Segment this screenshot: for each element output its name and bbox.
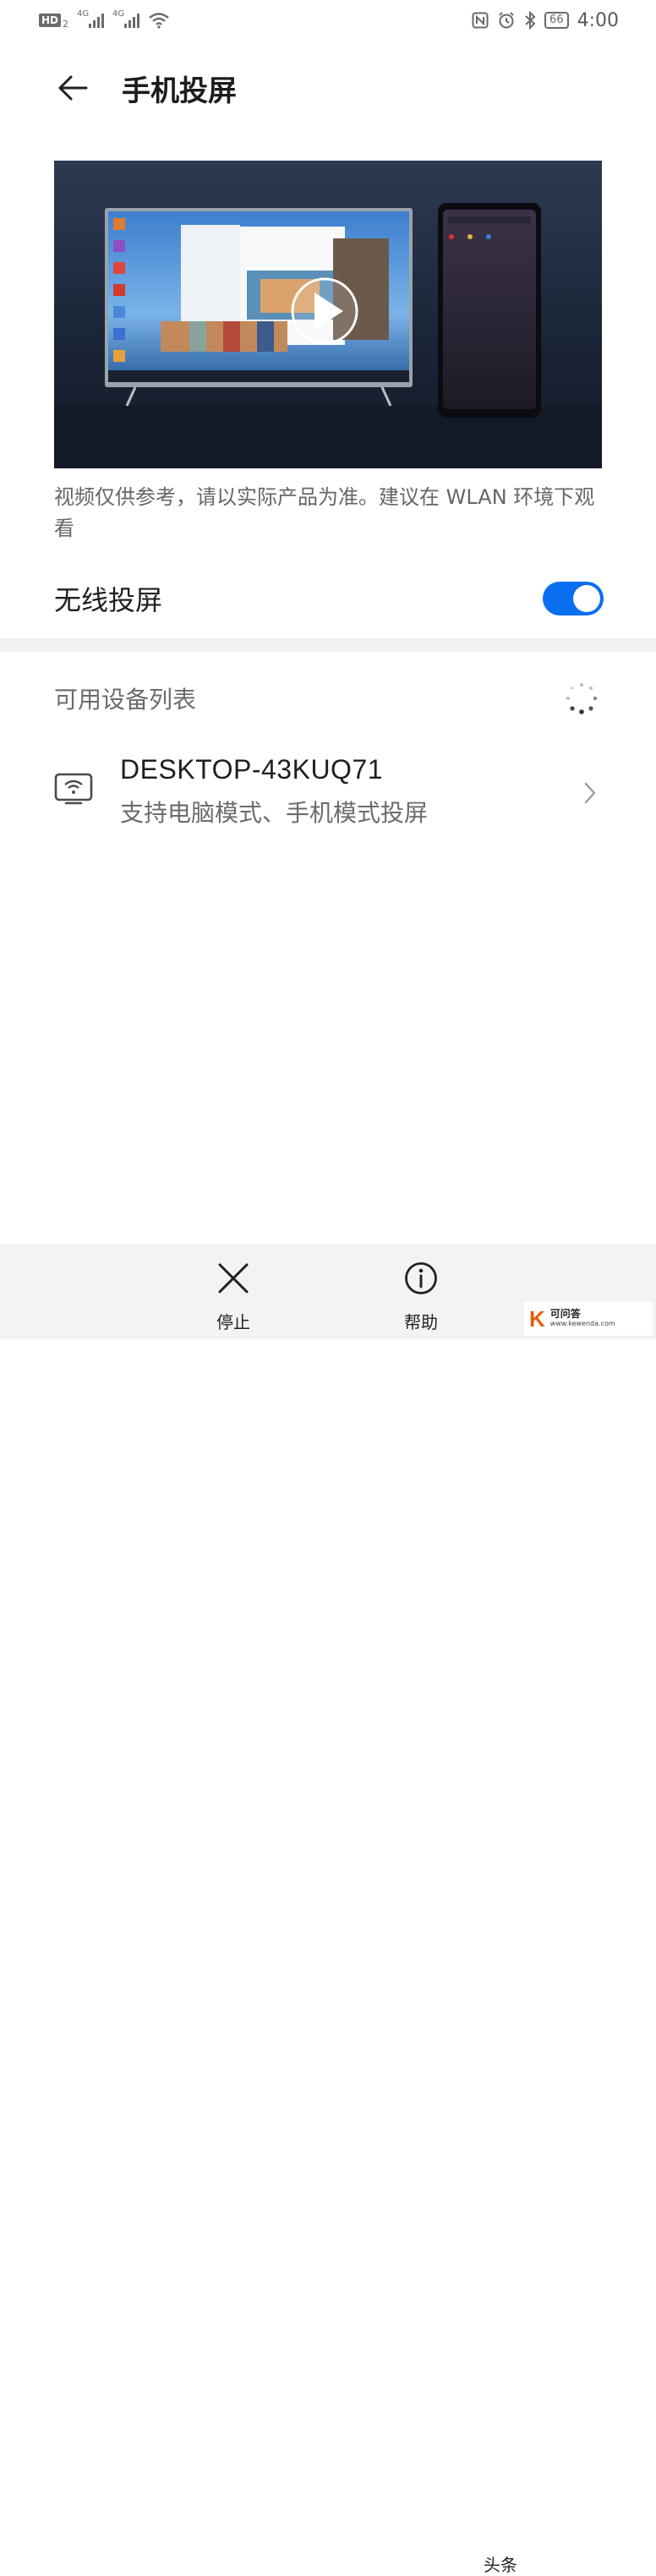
wireless-projection-row[interactable]: 无线投屏 xyxy=(54,572,604,626)
back-arrow-icon[interactable] xyxy=(56,71,90,105)
alarm-icon xyxy=(499,12,514,29)
network-type-label-2: 4G xyxy=(112,9,125,19)
signal-icon: 4G xyxy=(77,9,105,28)
status-right: 66 4:00 xyxy=(472,10,619,31)
device-name: DESKTOP-43KUQ71 xyxy=(120,754,384,785)
close-icon xyxy=(218,1263,249,1293)
wireless-projection-label: 无线投屏 xyxy=(54,584,163,616)
toggle-knob xyxy=(573,585,600,612)
status-left: HD 2 4G 4G xyxy=(39,9,170,30)
signal-icon-2: 4G xyxy=(112,9,140,28)
help-label: 帮助 xyxy=(404,1312,438,1332)
clock: 4:00 xyxy=(577,9,619,31)
phone-illustration xyxy=(438,203,541,418)
network-type-label: 4G xyxy=(77,9,90,19)
watermark-name: 可问答 xyxy=(549,1308,581,1320)
watermark-logo: K xyxy=(529,1305,545,1332)
battery-indicator: 66 xyxy=(544,12,569,29)
hd-voice-icon: HD xyxy=(39,14,62,27)
bluetooth-icon xyxy=(525,11,536,30)
hd-sim-index: 2 xyxy=(63,18,69,30)
play-icon[interactable] xyxy=(291,277,358,345)
stop-label: 停止 xyxy=(216,1312,250,1332)
stop-button[interactable]: 停止 xyxy=(183,1244,284,1339)
section-divider xyxy=(0,638,656,652)
device-description: 支持电脑模式、手机模式投屏 xyxy=(120,799,429,827)
chevron-right-icon xyxy=(584,782,596,804)
device-item[interactable]: DESKTOP-43KUQ71 支持电脑模式、手机模式投屏 xyxy=(0,744,656,839)
nfc-icon xyxy=(472,12,489,29)
video-caption: 视频仅供参考，请以实际产品为准。建议在 WLAN 环境下观看 xyxy=(54,485,595,540)
page-header: 手机投屏 xyxy=(0,54,656,122)
watermark-url: www.kewenda.com xyxy=(549,1320,615,1327)
partial-label: 头条 xyxy=(484,2555,517,2575)
page-title: 手机投屏 xyxy=(122,74,237,108)
tv-illustration xyxy=(105,208,413,407)
info-icon xyxy=(405,1262,437,1294)
watermark-text: 可问答 www.kewenda.com xyxy=(550,1309,615,1329)
wireless-display-icon xyxy=(54,773,93,805)
help-button[interactable]: 帮助 xyxy=(370,1244,472,1339)
wireless-projection-toggle[interactable] xyxy=(543,582,604,615)
video-thumbnail xyxy=(54,203,602,468)
watermark: K 可问答 www.kewenda.com xyxy=(524,1302,653,1336)
demo-video[interactable] xyxy=(54,161,602,468)
loading-spinner-icon xyxy=(566,683,598,714)
available-devices-title: 可用设备列表 xyxy=(54,686,197,714)
wifi-icon xyxy=(149,13,169,29)
status-bar: HD 2 4G 4G 66 4:00 xyxy=(0,0,656,41)
